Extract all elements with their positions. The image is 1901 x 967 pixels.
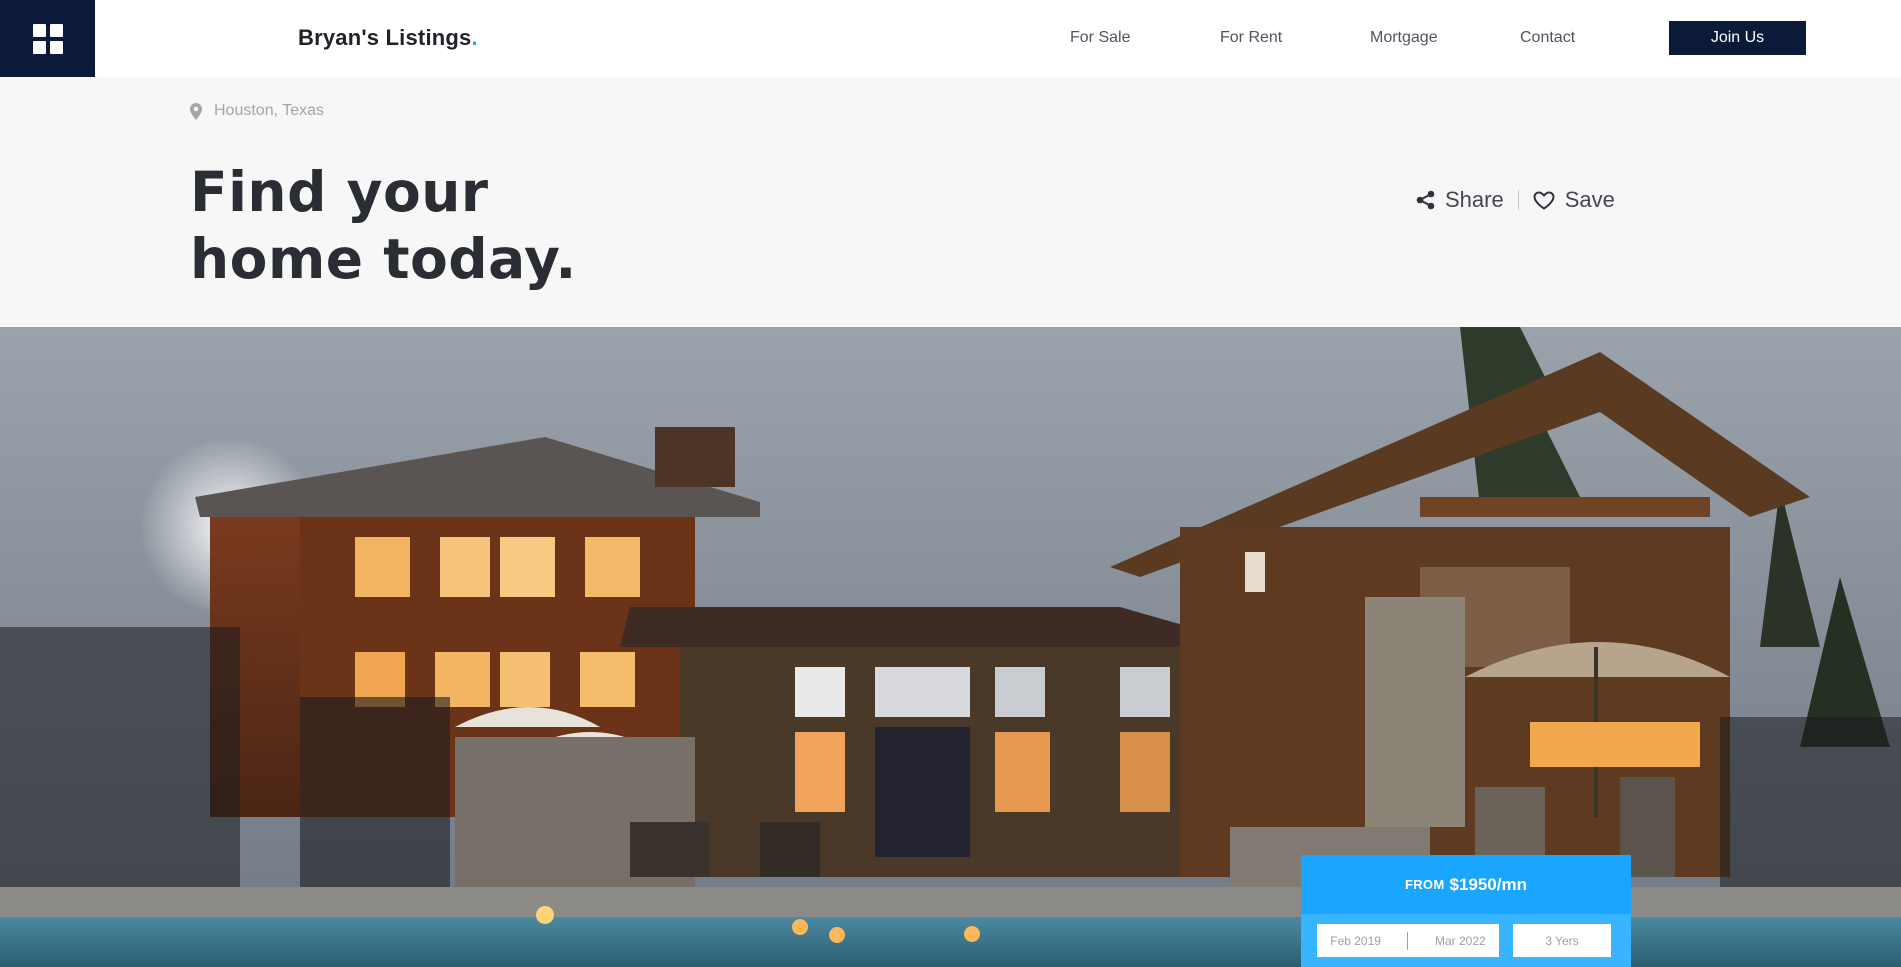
action-divider	[1517, 190, 1519, 210]
share-label: Share	[1445, 187, 1504, 212]
menu-button[interactable]	[0, 0, 95, 77]
heart-icon	[1533, 190, 1555, 210]
price-body: Feb 2019 Mar 2022 3 Yers	[1301, 914, 1631, 967]
nav-contact[interactable]: Contact	[1520, 29, 1575, 47]
date-range-field[interactable]: Feb 2019 Mar 2022	[1317, 924, 1499, 957]
end-date: Mar 2022	[1435, 933, 1486, 948]
top-nav: Bryan's Listings. For Sale For Rent Mort…	[0, 0, 1901, 77]
price-from: FROM	[1405, 877, 1445, 892]
price-card: FROM $1950/mn Feb 2019 Mar 2022 3 Yers	[1301, 855, 1631, 967]
start-date: Feb 2019	[1330, 933, 1381, 948]
price-amount: $1950/mn	[1449, 874, 1527, 894]
brand-dot: .	[471, 25, 478, 50]
price-header: FROM $1950/mn	[1301, 855, 1631, 914]
save-button[interactable]: Save	[1533, 187, 1615, 213]
location-text: Houston, Texas	[214, 102, 324, 119]
map-pin-icon	[190, 102, 202, 120]
listing-actions: Share Save	[1416, 187, 1615, 213]
brand-logo[interactable]: Bryan's Listings.	[298, 25, 478, 51]
share-icon	[1416, 190, 1435, 210]
hero-band: Houston, Texas Find your home today. Sha…	[0, 77, 1901, 327]
nav-mortgage[interactable]: Mortgage	[1370, 29, 1438, 47]
nav-for-sale[interactable]: For Sale	[1070, 29, 1130, 47]
term-field[interactable]: 3 Yers	[1513, 924, 1611, 957]
headline-line-1: Find your	[190, 160, 489, 224]
page-title: Find your home today.	[190, 159, 577, 293]
date-divider	[1407, 931, 1409, 950]
term-value: 3 Yers	[1545, 933, 1579, 948]
share-button[interactable]: Share	[1416, 187, 1504, 213]
save-label: Save	[1564, 187, 1615, 212]
headline-line-2: home today.	[190, 227, 577, 291]
location: Houston, Texas	[190, 102, 324, 120]
brand-name: Bryan's Listings	[298, 25, 472, 50]
nav-for-rent[interactable]: For Rent	[1220, 29, 1282, 47]
join-us-button[interactable]: Join Us	[1669, 21, 1806, 55]
grid-menu-icon	[32, 23, 63, 54]
